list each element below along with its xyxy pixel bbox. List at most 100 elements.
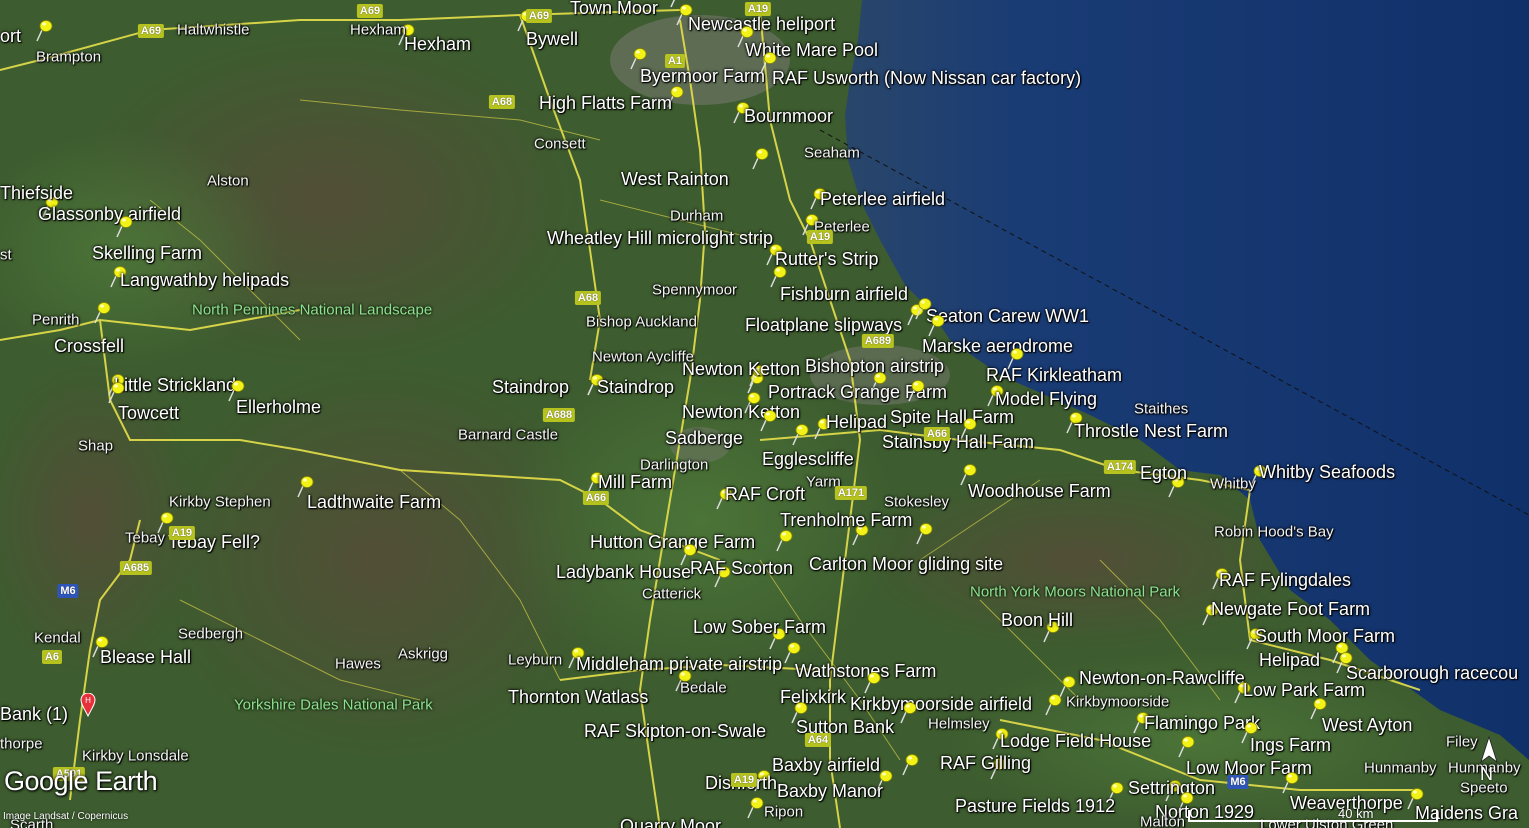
pushpin-icon[interactable]	[896, 700, 918, 724]
pushpin-icon[interactable]	[912, 521, 934, 545]
pushpin-icon[interactable]	[112, 214, 134, 238]
placemark-label[interactable]: Helipad	[1259, 651, 1320, 669]
placemark-label[interactable]: Langwathby helipads	[120, 271, 289, 289]
pushpin-icon[interactable]	[756, 408, 778, 432]
placemark-label[interactable]: Blease Hall	[100, 648, 191, 666]
placemark-label[interactable]: Pasture Fields 1912	[955, 797, 1115, 815]
placemark-label[interactable]: Hutton Grange Farm	[590, 533, 755, 551]
pushpin-icon[interactable]	[860, 670, 882, 694]
placemark-label[interactable]: West Ayton	[1322, 716, 1412, 734]
placemark-label[interactable]: Baxby Manor	[777, 782, 883, 800]
pushpin-icon[interactable]	[104, 380, 126, 404]
town-label: Haltwhistle	[177, 21, 250, 39]
placemark-label[interactable]: Model Flying	[995, 390, 1097, 408]
placemark-label[interactable]: Rutter's Strip	[775, 250, 878, 268]
placemark-label[interactable]: Stainsby Hall Farm	[882, 433, 1034, 451]
pushpin-icon[interactable]	[1041, 692, 1063, 716]
placemark-label[interactable]: Low Sober Farm	[693, 618, 826, 636]
placemark-label[interactable]: West Rainton	[621, 170, 729, 188]
placemark-label[interactable]: Thiefside	[0, 184, 73, 202]
placemark-label[interactable]: Whitby Seafoods	[1259, 463, 1395, 481]
pushpin-icon[interactable]	[90, 300, 112, 324]
placemark-label[interactable]: Boon Hill	[1001, 611, 1073, 629]
placemark-label[interactable]: Baxby airfield	[772, 756, 880, 774]
placemark-label[interactable]: RAF Usworth (Now Nissan car factory)	[772, 69, 1081, 87]
placemark-label[interactable]: Egglescliffe	[762, 450, 854, 468]
placemark-label[interactable]: Town Moor	[570, 0, 658, 17]
placemark-label[interactable]: Staindrop	[597, 378, 674, 396]
compass-icon[interactable]: N	[1478, 735, 1500, 786]
placemark-label[interactable]: RAF Scorton	[690, 559, 793, 577]
placemark-label[interactable]: Bank (1)	[0, 705, 68, 723]
placemark-label[interactable]: Skelling Farm	[92, 244, 202, 262]
placemark-label[interactable]: South Moor Farm	[1255, 627, 1395, 645]
satellite-map[interactable]: Town Moor Newcastle heliport White Mare Po…	[0, 0, 1529, 828]
placemark-label[interactable]: Helipad	[826, 413, 887, 431]
placemark-label[interactable]: Ellerholme	[236, 398, 321, 416]
road-shield: A19	[730, 772, 758, 788]
pushpin-icon[interactable]	[743, 795, 765, 819]
placemark-label[interactable]: Low Park Farm	[1243, 681, 1365, 699]
placemark-label[interactable]: Seaton Carew WW1	[926, 307, 1089, 325]
placemark-label[interactable]: RAF Croft	[725, 485, 805, 503]
placemark-label[interactable]: Staindrop	[492, 378, 569, 396]
pushpin-icon[interactable]	[898, 752, 920, 776]
road-shield: A1	[664, 53, 686, 69]
placemark-label[interactable]: Newton-on-Rawcliffe	[1079, 669, 1245, 687]
placemark-label[interactable]: Thornton Watlass	[508, 688, 648, 706]
pushpin-icon[interactable]	[1278, 770, 1300, 794]
placemark-label[interactable]: Ladthwaite Farm	[307, 493, 441, 511]
placemark-label[interactable]: RAF Kirkleatham	[986, 366, 1122, 384]
placemark-label[interactable]: Peterlee airfield	[820, 190, 945, 208]
placemark-label[interactable]: Scarborough racecou	[1346, 664, 1518, 682]
placemark-label[interactable]: Wheatley Hill microlight strip	[547, 229, 773, 247]
placemark-label[interactable]: Throstle Nest Farm	[1074, 422, 1228, 440]
pushpin-icon[interactable]	[788, 422, 810, 446]
town-label: Malton	[1140, 813, 1186, 828]
placemark-label[interactable]: RAF Gilling	[940, 754, 1031, 772]
placemark-label[interactable]: Quarry Moor	[620, 817, 721, 828]
placemark-label[interactable]: RAF Fylingdales	[1219, 571, 1351, 589]
placemark-label[interactable]: Carlton Moor gliding site	[809, 555, 1003, 573]
placemark-label[interactable]: Towcett	[118, 404, 179, 422]
placemark-label[interactable]: Floatplane slipways	[745, 316, 902, 334]
placemark-label[interactable]: Kirkbymoorside airfield	[850, 695, 1032, 713]
placemark-label[interactable]: Newgate Foot Farm	[1211, 600, 1370, 618]
placemark-label[interactable]: Settrington	[1128, 779, 1215, 797]
pushpin-icon[interactable]	[1174, 734, 1196, 758]
placemark-label[interactable]: Byermoor Farm	[640, 67, 765, 85]
pushpin-icon[interactable]	[32, 18, 54, 42]
placemark-label[interactable]: Egton	[1140, 464, 1187, 482]
road-shield: A68	[488, 94, 516, 110]
placemark-label[interactable]: Newcastle heliport	[688, 15, 835, 33]
road-shield: M6	[57, 583, 79, 599]
placemark-label[interactable]: Newton Ketton	[682, 403, 800, 421]
placemark-label[interactable]: Mill Farm	[598, 473, 672, 491]
pushpin-icon[interactable]	[772, 528, 794, 552]
national-park-label: Yorkshire Dales National Park	[234, 696, 433, 714]
placemark-label[interactable]: ort	[0, 27, 21, 45]
pushpin-icon[interactable]	[904, 378, 926, 402]
placemark-label[interactable]: Sadberge	[665, 429, 743, 447]
placemark-label[interactable]: Spite Hall Farm	[890, 408, 1014, 426]
placemark-label[interactable]: Ladybank House	[556, 563, 691, 581]
placemark-label[interactable]: Ings Farm	[1250, 736, 1331, 754]
map-location-marker-icon[interactable]: H	[80, 693, 96, 717]
placemark-label[interactable]: Hexham	[404, 35, 471, 53]
placemark-label[interactable]: Bywell	[526, 30, 578, 48]
placemark-label[interactable]: Glassonby airfield	[38, 205, 181, 223]
pushpin-icon[interactable]	[748, 146, 770, 170]
placemark-label[interactable]: Crossfell	[54, 337, 124, 355]
placemark-label[interactable]: Newton Ketton	[682, 360, 800, 378]
placemark-label[interactable]: Little Strickland	[114, 376, 236, 394]
placemark-label[interactable]: Lodge Field House	[1000, 732, 1151, 750]
pushpin-icon[interactable]	[924, 313, 946, 337]
placemark-label[interactable]: Marske aerodrome	[922, 337, 1073, 355]
placemark-label[interactable]: RAF Skipton-on-Swale	[584, 722, 766, 740]
placemark-label[interactable]: Trenholme Farm	[780, 511, 912, 529]
placemark-label[interactable]: Woodhouse Farm	[968, 482, 1111, 500]
placemark-label[interactable]: Bournmoor	[744, 107, 833, 125]
town-label: Staithes	[1134, 400, 1189, 418]
placemark-label[interactable]: Fishburn airfield	[780, 285, 908, 303]
placemark-label[interactable]: High Flatts Farm	[539, 94, 672, 112]
